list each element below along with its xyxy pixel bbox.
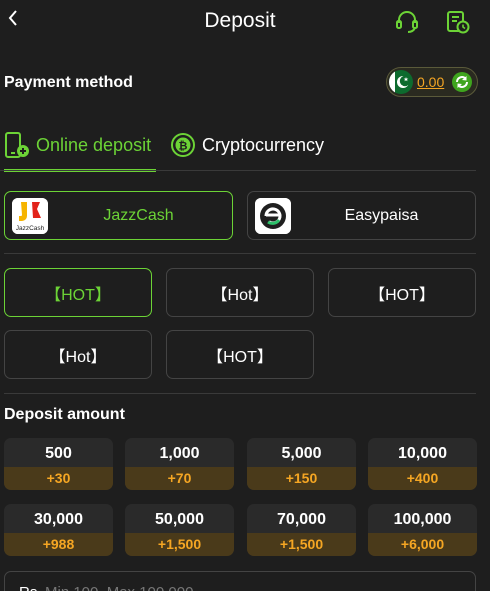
- customer-service-icon[interactable]: [393, 8, 421, 36]
- amount-option[interactable]: 5,000 +150: [247, 438, 356, 490]
- amount-bonus: +988: [4, 533, 113, 556]
- method-jazzcash[interactable]: JazzCash JazzCash: [4, 191, 233, 240]
- amount-bonus: +30: [4, 467, 113, 490]
- method-easypaisa[interactable]: Easypaisa: [247, 191, 476, 240]
- tab-cryptocurrency-label: Cryptocurrency: [202, 135, 325, 155]
- amount-option[interactable]: 70,000 +1,500: [247, 504, 356, 556]
- amount-option[interactable]: 500 +30: [4, 438, 113, 490]
- channel-option[interactable]: 【HOT】: [4, 268, 152, 317]
- channel-option[interactable]: 【HOT】: [328, 268, 476, 317]
- amount-value: 5,000: [281, 445, 322, 462]
- amount-value: 70,000: [277, 511, 326, 528]
- amount-bonus: +6,000: [368, 533, 477, 556]
- svg-text:₿: ₿: [179, 141, 188, 153]
- payment-method-label: Payment method: [4, 74, 133, 91]
- amount-bonus: +400: [368, 467, 477, 490]
- svg-text:JazzCash: JazzCash: [16, 225, 45, 232]
- amount-input-field[interactable]: Rs: [4, 571, 476, 591]
- amount-bonus: +1,500: [247, 533, 356, 556]
- payment-method-row: Payment method 0.00: [0, 62, 490, 102]
- amount-value: 10,000: [398, 445, 447, 462]
- tab-online-deposit-label: Online deposit: [36, 135, 152, 155]
- amount-option[interactable]: 50,000 +1,500: [125, 504, 234, 556]
- section-divider: [4, 253, 476, 254]
- balance-pill: 0.00: [386, 67, 478, 97]
- amount-bonus: +150: [247, 467, 356, 490]
- section-divider: [4, 393, 476, 394]
- mobile-deposit-icon: [5, 132, 29, 158]
- amount-value: 50,000: [155, 511, 204, 528]
- amount-bonus: +1,500: [125, 533, 234, 556]
- deposit-history-icon[interactable]: [444, 8, 472, 36]
- amount-option[interactable]: 1,000 +70: [125, 438, 234, 490]
- tab-cryptocurrency[interactable]: ₿ Cryptocurrency: [170, 126, 324, 172]
- balance-value[interactable]: 0.00: [417, 74, 444, 90]
- amount-value: 1,000: [159, 445, 200, 462]
- amount-value: 100,000: [393, 511, 452, 528]
- refresh-icon[interactable]: [451, 71, 473, 93]
- amount-value: 500: [45, 445, 72, 462]
- channel-option[interactable]: 【Hot】: [4, 330, 152, 379]
- deposit-type-tabs: Online deposit ₿ Cryptocurrency: [0, 126, 490, 172]
- amount-option[interactable]: 100,000 +6,000: [368, 504, 477, 556]
- amount-value: 30,000: [34, 511, 83, 528]
- pakistan-flag-icon: [389, 70, 413, 94]
- channel-option[interactable]: 【Hot】: [166, 268, 314, 317]
- jazzcash-label: JazzCash: [103, 207, 174, 224]
- channel-option[interactable]: 【HOT】: [166, 330, 314, 379]
- header-bar: Deposit: [0, 0, 490, 44]
- tabs-divider: [0, 170, 476, 171]
- easypaisa-label: Easypaisa: [344, 207, 419, 224]
- amount-bonus: +70: [125, 467, 234, 490]
- amount-input[interactable]: [45, 580, 465, 591]
- amount-option[interactable]: 10,000 +400: [368, 438, 477, 490]
- bitcoin-icon: ₿: [171, 133, 195, 157]
- currency-label: Rs: [19, 584, 37, 591]
- deposit-amount-label: Deposit amount: [4, 406, 125, 423]
- tab-online-deposit[interactable]: Online deposit: [4, 126, 156, 172]
- amount-option[interactable]: 30,000 +988: [4, 504, 113, 556]
